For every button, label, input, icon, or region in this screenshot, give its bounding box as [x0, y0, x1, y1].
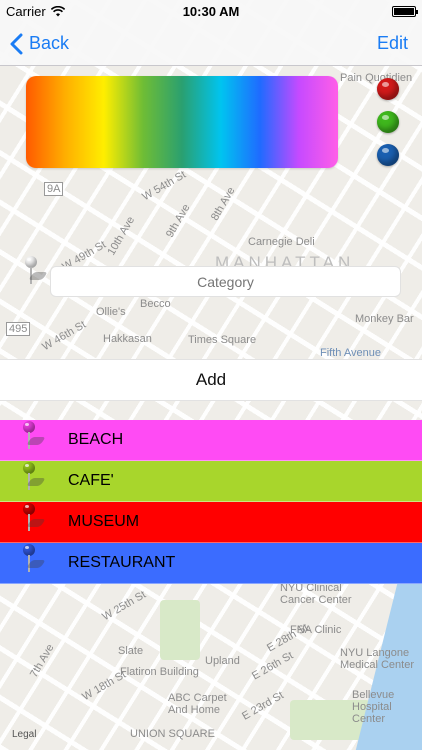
category-list: BEACH CAFE' MUSEUM RESTAURANT [0, 420, 422, 584]
pin-icon [20, 503, 48, 533]
map-label: 8th Ave [208, 185, 238, 223]
map-label: 10th Ave [105, 214, 138, 258]
add-label: Add [195, 370, 227, 389]
list-item-label: RESTAURANT [68, 554, 176, 571]
map-label: Fifth Avenue [320, 347, 381, 359]
map-label: UNION SQUARE [130, 728, 215, 740]
map-label: W 18th St [80, 668, 129, 704]
map-label: Pain Quotidien [340, 72, 413, 84]
list-item[interactable]: BEACH [0, 420, 422, 461]
map-label: Carnegie Deli [248, 236, 315, 248]
battery-icon [392, 5, 418, 17]
map-label: 9th Ave [163, 202, 193, 240]
chevron-left-icon [10, 33, 23, 54]
category-input[interactable] [50, 266, 401, 297]
pin-icon [20, 544, 48, 574]
map-park [160, 600, 200, 660]
map-label: Flatiron Building [120, 666, 199, 678]
swatch-blue[interactable] [377, 144, 399, 166]
pin-icon [20, 462, 48, 492]
map-label: Monkey Bar [355, 313, 414, 325]
list-item-label: BEACH [68, 431, 124, 448]
map-label: ABC Carpet And Home [168, 692, 227, 716]
map-label: Bellevue Hospital Center [352, 689, 395, 725]
map-label: Ollie's [96, 306, 126, 318]
map-label: 495 [6, 322, 31, 336]
swatch-red[interactable] [377, 78, 399, 100]
status-bar: Carrier 10:30 AM [0, 0, 422, 22]
map-label: Hakkasan [103, 333, 152, 345]
back-button[interactable]: Back [10, 33, 69, 55]
add-button[interactable]: Add [0, 359, 422, 401]
list-item[interactable]: CAFE' [0, 461, 422, 502]
map-label: 9A [44, 182, 64, 196]
map-label: Times Square [188, 334, 257, 346]
map-label: Slate [118, 645, 144, 657]
swatch-green[interactable] [377, 111, 399, 133]
pin-icon [20, 421, 48, 451]
list-item-label: CAFE' [68, 472, 114, 489]
map-label: W 46th St [40, 318, 89, 354]
map-label: NYU Clinical Cancer Center [280, 582, 352, 606]
back-label: Back [29, 33, 70, 53]
color-spectrum-picker[interactable] [26, 76, 338, 168]
map-label: Upland [205, 655, 240, 667]
list-item-label: MUSEUM [68, 513, 140, 530]
map-legal-link[interactable]: Legal [12, 729, 36, 740]
battery-level [394, 7, 414, 15]
map-label: 7th Ave [27, 642, 57, 680]
map-label: W 25th St [100, 588, 149, 624]
list-item[interactable]: RESTAURANT [0, 543, 422, 584]
list-item[interactable]: MUSEUM [0, 502, 422, 543]
map-label: W 54th St [140, 168, 189, 204]
navigation-bar: Back Edit [0, 22, 422, 66]
map-label: NYU Langone Medical Center [340, 647, 414, 671]
map-label: Becco [140, 298, 171, 310]
category-pin-icon [22, 256, 50, 286]
map-label: E 26th St [250, 649, 296, 683]
status-time: 10:30 AM [182, 3, 240, 19]
edit-button[interactable]: Edit [377, 33, 408, 54]
